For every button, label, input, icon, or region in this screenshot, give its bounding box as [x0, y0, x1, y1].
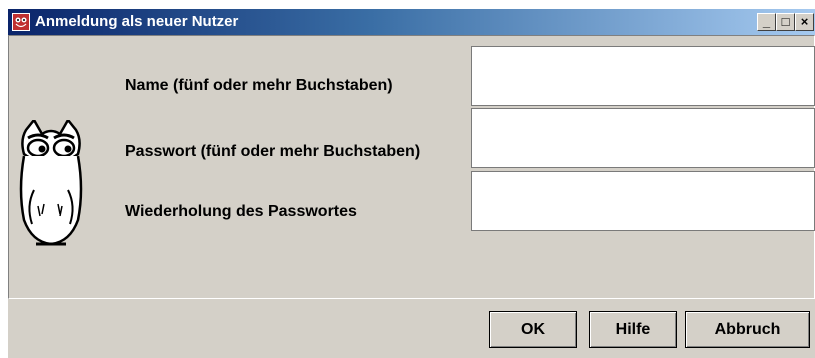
window-title: Anmeldung als neuer Nutzer: [35, 13, 239, 30]
repeat-password-label: Wiederholung des Passwortes: [125, 203, 357, 220]
title-bar[interactable]: Anmeldung als neuer Nutzer _ □ ×: [8, 9, 815, 35]
owl-illustration: [19, 120, 83, 246]
repeat-password-input[interactable]: [471, 171, 815, 231]
cancel-button[interactable]: Abbruch: [685, 311, 810, 348]
owl-app-icon[interactable]: [12, 13, 30, 31]
password-label: Passwort (fünf oder mehr Buchstaben): [125, 143, 421, 160]
maximize-button[interactable]: □: [776, 13, 795, 31]
password-input[interactable]: [471, 108, 815, 168]
name-label: Name (fünf oder mehr Buchstaben): [125, 77, 393, 94]
dialog-window: Anmeldung als neuer Nutzer _ □ × Name (f…: [8, 9, 815, 358]
name-input[interactable]: [471, 46, 815, 106]
form-panel: Name (fünf oder mehr Buchstaben) Passwor…: [8, 35, 815, 299]
close-button[interactable]: ×: [795, 13, 814, 31]
ok-button[interactable]: OK: [489, 311, 577, 348]
minimize-button[interactable]: _: [757, 13, 776, 31]
help-button[interactable]: Hilfe: [589, 311, 677, 348]
